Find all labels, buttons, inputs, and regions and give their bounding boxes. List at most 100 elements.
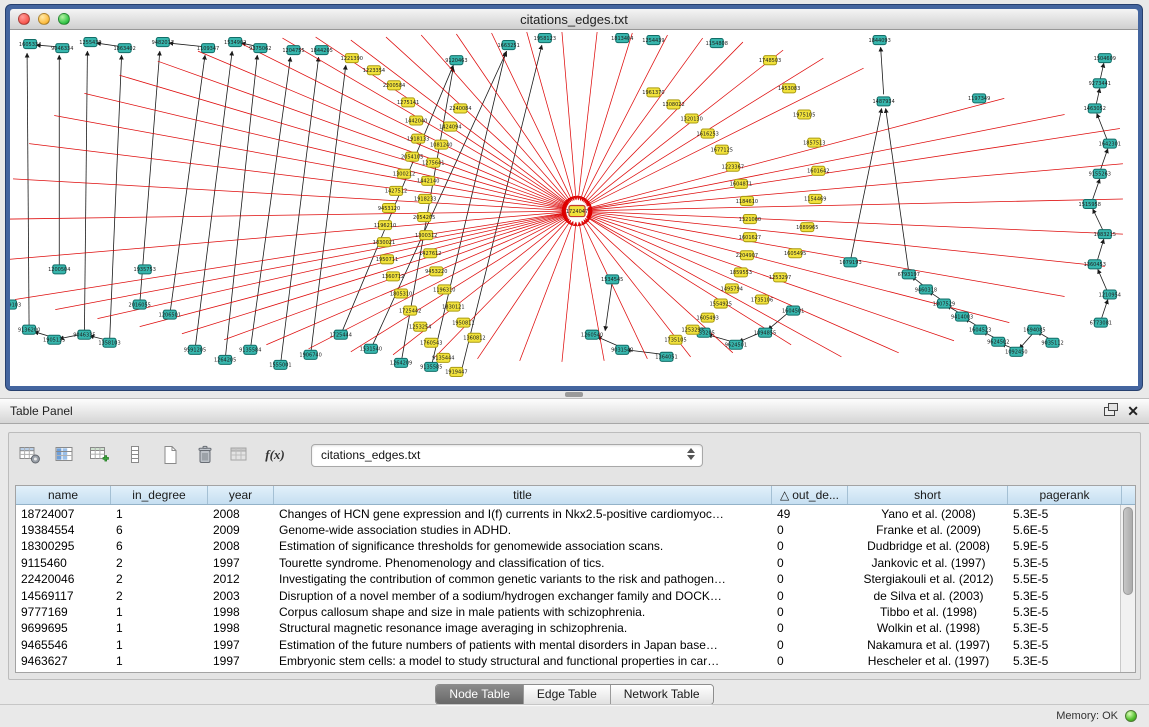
graph-node[interactable]: 1427612 — [419, 249, 441, 258]
graph-edge[interactable] — [170, 55, 205, 314]
graph-node[interactable]: 2016055 — [129, 300, 151, 309]
table-row[interactable]: 911546021997Tourette syndrome. Phenomeno… — [16, 554, 1135, 570]
cell-title[interactable]: Structural magnetic resonance image aver… — [274, 620, 772, 636]
cell-out_degree[interactable]: 0 — [772, 538, 848, 554]
graph-citation-edge[interactable] — [120, 75, 567, 208]
cell-in_degree[interactable]: 1 — [111, 603, 208, 619]
tab-node-table[interactable]: Node Table — [436, 685, 524, 704]
graph-node[interactable]: 1830121 — [442, 302, 464, 311]
graph-node[interactable]: 2204907 — [736, 251, 758, 260]
graph-node[interactable]: 1642301 — [1099, 139, 1121, 148]
graph-node[interactable]: 1264209 — [390, 358, 412, 367]
graph-node[interactable]: 1554925 — [710, 299, 732, 308]
graph-node[interactable]: 2054105 — [401, 152, 423, 161]
graph-node[interactable]: 9120463 — [445, 56, 467, 65]
cell-pagerank[interactable]: 5.3E-5 — [1008, 554, 1122, 570]
cell-in_degree[interactable]: 6 — [111, 521, 208, 537]
graph-node[interactable]: 1253297 — [769, 273, 791, 282]
cell-pagerank[interactable]: 5.3E-5 — [1008, 636, 1122, 652]
cell-title[interactable]: Corpus callosum shape and size in male p… — [274, 603, 772, 619]
graph-edge[interactable] — [280, 57, 318, 365]
graph-node[interactable]: 1807529 — [933, 299, 955, 308]
graph-edge[interactable] — [605, 281, 612, 330]
graph-node[interactable]: 1079193 — [839, 258, 861, 267]
graph-node[interactable]: 1184610 — [736, 196, 758, 205]
graph-node[interactable]: 1154808 — [706, 39, 728, 48]
graph-node[interactable]: 9591205 — [184, 345, 206, 354]
table-row[interactable]: 946554611997Estimation of the future num… — [16, 636, 1135, 652]
graph-citation-edge[interactable] — [140, 214, 567, 327]
cell-title[interactable]: Estimation of the future numbers of pati… — [274, 636, 772, 652]
graph-node[interactable]: 1206501 — [159, 310, 181, 319]
graph-node[interactable]: 1604871 — [730, 179, 752, 188]
graph-node[interactable]: 1109347 — [197, 44, 219, 53]
graph-node[interactable]: 1905135 — [43, 335, 65, 344]
cell-title[interactable]: Embryonic stem cells: a model to study s… — [274, 653, 772, 669]
graph-node[interactable]: 9046334 — [51, 44, 73, 53]
table-columns-icon[interactable] — [52, 442, 78, 468]
cell-short[interactable]: de Silva et al. (2003) — [848, 587, 1008, 603]
table-row[interactable]: 1830029562008Estimation of significance … — [16, 538, 1135, 554]
cell-short[interactable]: Hescheler et al. (1997) — [848, 653, 1008, 669]
graph-node[interactable]: 1844093 — [868, 36, 890, 45]
cell-out_degree[interactable]: 0 — [772, 620, 848, 636]
table-row[interactable]: 1938455462009Genome-wide association stu… — [16, 521, 1135, 537]
graph-node[interactable]: 1605493 — [697, 313, 719, 322]
cell-in_degree[interactable]: 1 — [111, 505, 208, 521]
graph-node[interactable]: 9482017 — [152, 38, 174, 47]
cell-pagerank[interactable]: 5.5E-5 — [1008, 571, 1122, 587]
graph-node[interactable]: 1360712 — [382, 272, 404, 281]
graph-citation-edge[interactable] — [10, 211, 566, 219]
graph-citation-edge[interactable] — [97, 213, 566, 318]
graph-node[interactable]: 1487934 — [872, 97, 894, 106]
cell-title[interactable]: Changes of HCN gene expression and I(f) … — [274, 505, 772, 521]
cell-year[interactable]: 1997 — [208, 653, 274, 669]
cell-short[interactable]: Nakamura et al. (1997) — [848, 636, 1008, 652]
zoom-window-button[interactable] — [58, 13, 70, 25]
graph-edge[interactable] — [1092, 179, 1100, 202]
graph-node[interactable]: 1196310 — [433, 285, 455, 294]
column-header-short[interactable]: short — [848, 486, 1008, 504]
scrollbar-thumb[interactable] — [1123, 507, 1133, 595]
graph-node[interactable]: 1081240 — [430, 140, 452, 149]
graph-node[interactable]: 9273441 — [1089, 79, 1111, 88]
column-header-title[interactable]: title — [274, 486, 772, 504]
graph-node[interactable]: 1300212 — [393, 169, 415, 178]
tab-network-table[interactable]: Network Table — [611, 685, 713, 704]
graph-edge[interactable] — [1093, 209, 1104, 232]
graph-node[interactable]: 1321060 — [739, 215, 761, 224]
graph-citation-edge[interactable] — [586, 50, 783, 204]
cell-out_degree[interactable]: 0 — [772, 603, 848, 619]
graph-node[interactable]: 1360812 — [463, 333, 485, 342]
cell-name[interactable]: 9465546 — [16, 636, 111, 652]
graph-node[interactable]: 1094855 — [754, 328, 776, 337]
graph-node[interactable]: 1919447 — [445, 367, 467, 376]
cell-short[interactable]: Tibbo et al. (1998) — [848, 603, 1008, 619]
graph-node[interactable]: 1950811 — [452, 318, 474, 327]
cell-pagerank[interactable]: 5.3E-5 — [1008, 603, 1122, 619]
cell-year[interactable]: 2008 — [208, 538, 274, 554]
cell-in_degree[interactable]: 1 — [111, 620, 208, 636]
graph-node[interactable]: 1515958 — [1079, 199, 1101, 208]
vertical-scrollbar[interactable] — [1120, 505, 1135, 672]
graph-node[interactable]: 9624502 — [987, 337, 1009, 346]
cell-title[interactable]: Genome-wide association studies in ADHD. — [274, 521, 772, 537]
graph-node[interactable]: 1275641 — [422, 158, 444, 167]
graph-citation-edge[interactable] — [580, 33, 632, 200]
citation-network-graph[interactable]: 1605334904633412554391863402948201711093… — [10, 30, 1138, 386]
cell-pagerank[interactable]: 5.9E-5 — [1008, 538, 1122, 554]
graph-node[interactable]: 1534902 — [224, 38, 246, 47]
cell-short[interactable]: Jankovic et al. (1997) — [848, 554, 1008, 570]
graph-node[interactable]: 1724047 — [566, 205, 588, 216]
cell-in_degree[interactable]: 1 — [111, 636, 208, 652]
graph-node[interactable]: 1805310 — [390, 289, 412, 298]
graph-edge[interactable] — [195, 51, 232, 350]
graph-node[interactable]: 1154469 — [804, 194, 826, 203]
graph-node[interactable]: 1204755 — [282, 46, 304, 55]
cell-short[interactable]: Yano et al. (2008) — [848, 505, 1008, 521]
column-header-name[interactable]: name — [16, 486, 111, 504]
cell-out_degree[interactable]: 0 — [772, 521, 848, 537]
graph-node[interactable]: 1830021 — [373, 238, 395, 247]
graph-node[interactable]: 1495794 — [721, 284, 743, 293]
graph-node[interactable]: 1210954 — [1099, 290, 1121, 299]
